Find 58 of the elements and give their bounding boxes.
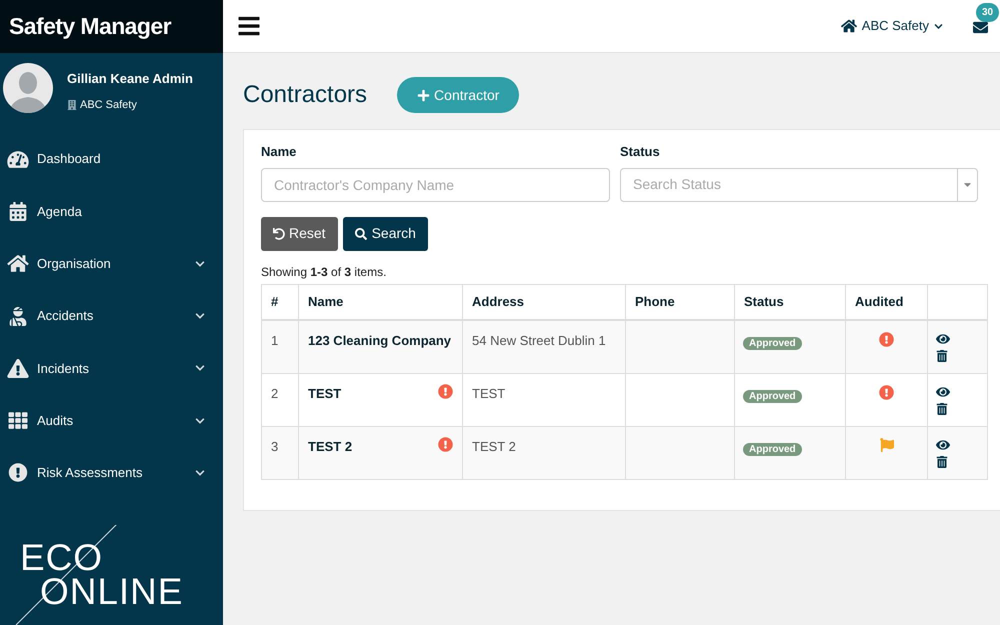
column-header: Name [298,284,462,320]
undo-icon [273,228,285,240]
menu-icon[interactable] [237,14,261,38]
column-header: Phone [626,284,734,320]
column-header: Audited [846,284,928,320]
delete-icon[interactable] [936,456,948,468]
contractor-name[interactable]: TEST 2 [308,436,352,456]
results-summary: Showing 1-3 of 3 items. [261,264,388,280]
column-header: # [262,284,298,320]
status-badge: Approved [743,390,802,402]
table-cell: 1 [262,320,298,373]
sidebar-item[interactable]: Audits [0,394,223,447]
building-icon [67,100,77,110]
delete-icon[interactable] [936,402,948,414]
view-icon[interactable] [936,332,950,346]
grid-icon [7,411,29,430]
table-cell: 54 New Street Dublin 1 [462,320,626,373]
sidebar-item[interactable]: Incidents [0,342,223,394]
column-header: Status [734,284,846,320]
sidebar-item[interactable]: Risk Assessments [0,446,223,500]
status-badge: Approved [743,442,802,456]
name-input-field[interactable]: Contractor's Company Name [261,168,610,202]
mail-icon[interactable] [973,20,988,35]
view-icon[interactable] [936,384,950,398]
worker-icon [7,306,29,326]
table-cell: TEST [462,373,626,426]
delete-icon[interactable] [936,350,948,362]
field-label: Status [620,143,661,161]
contractor-name[interactable]: TEST [308,384,342,403]
page-title: Contractors [243,80,368,110]
table-cell: 3 [262,426,298,479]
exclamation-icon [7,463,29,482]
sidebar-item[interactable]: Agenda [0,185,223,238]
message-count-badge: 30 [976,3,1000,22]
status-badge: Approved [743,337,802,350]
warning-icon [7,358,29,378]
plus-icon [417,88,430,102]
field-label: Name [261,143,298,161]
company-dropdown[interactable]: ABC Safety [840,16,943,36]
calendar-icon [7,202,29,221]
user-company: ABC Safety [80,98,137,112]
table-cell: TEST 2 [462,426,626,479]
home-icon [7,254,29,274]
search-icon [354,228,367,240]
table-cell: 2 [262,373,298,426]
reset-button[interactable]: Reset [261,216,338,250]
user-name: Gillian Keane Admin [67,70,193,88]
view-icon[interactable] [936,438,950,452]
home-icon [840,18,857,34]
search-button[interactable]: Search [342,216,428,250]
sidebar-item[interactable]: Organisation [0,238,223,290]
avatar [3,63,53,113]
column-header: Address [462,284,626,320]
sidebar-item[interactable]: Accidents [0,290,223,342]
app-title: Safety Manager [9,12,171,42]
sidebar-item[interactable]: Dashboard [0,133,223,186]
chevron-icon [934,22,943,30]
gauge-icon [7,150,29,169]
